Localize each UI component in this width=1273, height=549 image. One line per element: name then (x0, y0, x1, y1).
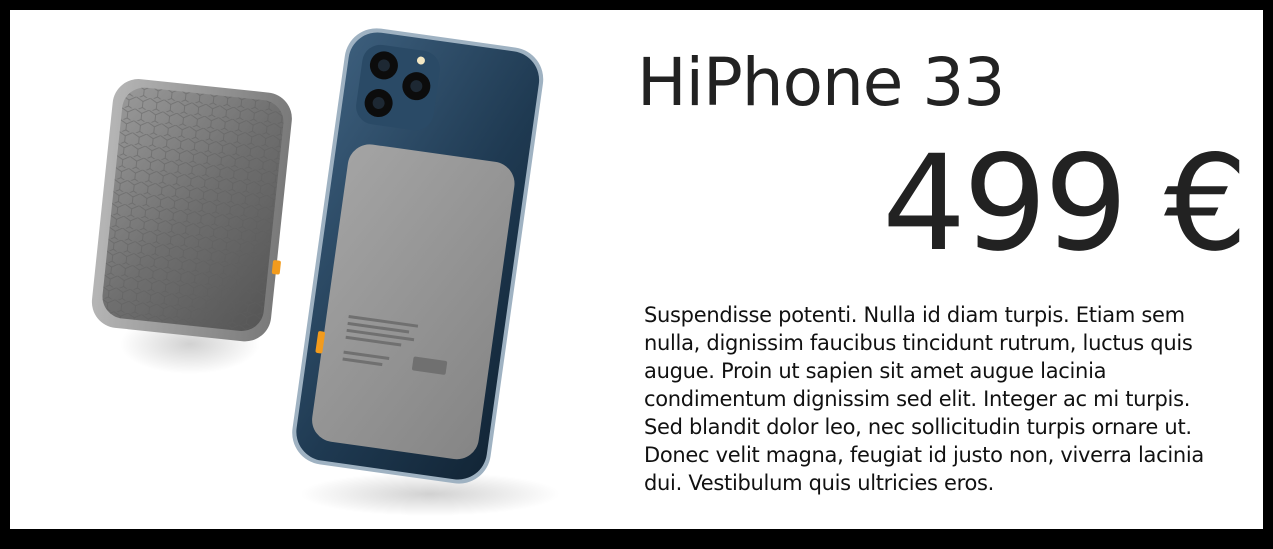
product-description: Suspendisse potenti. Nulla id diam turpi… (644, 303, 1204, 495)
phone-device (292, 28, 544, 484)
product-card: HiPhone 33 499 € Suspendisse potenti. Nu… (10, 10, 1263, 529)
product-image (91, 28, 560, 516)
powerbank-device (91, 79, 292, 342)
page-frame: HiPhone 33 499 € Suspendisse potenti. Nu… (0, 0, 1273, 549)
product-title: HiPhone 33 (637, 44, 1005, 121)
product-price: 499 € (882, 127, 1248, 281)
